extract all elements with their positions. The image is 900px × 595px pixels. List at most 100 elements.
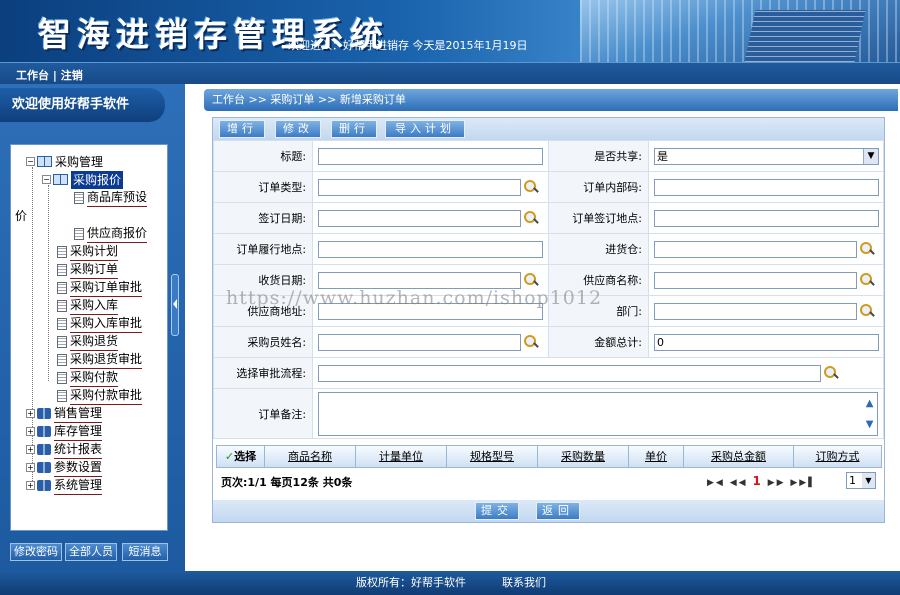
document-icon: [57, 299, 67, 312]
action-bar: 增行 修改 删行 导入计划: [213, 118, 884, 140]
tree-item[interactable]: 采购订单: [57, 260, 119, 279]
tree-item-catalog-preset-wrap[interactable]: 价: [15, 206, 27, 224]
collapse-icon[interactable]: −: [26, 157, 35, 166]
column-header-total[interactable]: 采购总金额: [684, 446, 794, 467]
tree-item[interactable]: 采购付款审批: [57, 386, 143, 405]
tree-node-purchase-mgmt[interactable]: − 采购管理: [26, 152, 103, 170]
tree-item[interactable]: 采购退货审批: [57, 350, 143, 369]
breadcrumb: 工作台 >> 采购订单 >> 新增采购订单: [204, 89, 898, 111]
edit-button[interactable]: 修改: [275, 120, 321, 138]
expand-icon[interactable]: +: [26, 445, 35, 454]
search-icon[interactable]: [524, 210, 539, 226]
warehouse-label: 进货仓:: [548, 233, 649, 265]
import-plan-button[interactable]: 导入计划: [385, 120, 465, 138]
tree-item[interactable]: 采购计划: [57, 242, 119, 261]
last-page-icon[interactable]: ▶▶▌: [790, 478, 817, 488]
prev-page-icon[interactable]: ◀◀: [730, 478, 748, 488]
search-icon[interactable]: [524, 334, 539, 350]
page-select-value: 1: [849, 474, 856, 487]
watermark: https://www.huzhan.com/ishop1012: [226, 287, 603, 309]
delete-row-button[interactable]: 删行: [331, 120, 377, 138]
tree-node-purchase-quote[interactable]: − 采购报价: [42, 170, 124, 189]
tree-node-group[interactable]: + 库存管理: [26, 422, 103, 441]
document-icon: [57, 389, 67, 402]
warehouse-input[interactable]: [653, 240, 857, 258]
tree-guide-line: [48, 185, 49, 381]
expand-icon[interactable]: +: [26, 481, 35, 490]
tree-item-supplier-quote[interactable]: 供应商报价: [74, 224, 148, 243]
submit-button[interactable]: 提交: [475, 502, 519, 520]
search-icon[interactable]: [859, 241, 875, 257]
contact-link[interactable]: 联系我们: [502, 571, 546, 595]
buyer-input[interactable]: [318, 333, 522, 351]
title-input[interactable]: [318, 147, 544, 165]
sms-button[interactable]: 短消息: [122, 543, 168, 561]
collapse-icon[interactable]: −: [42, 175, 51, 184]
select-column-header[interactable]: ✓选择: [217, 446, 265, 467]
next-page-icon[interactable]: ▶▶: [768, 478, 786, 488]
search-icon[interactable]: [524, 179, 539, 195]
nav-tree: − 采购管理 − 采购报价 商品库预设 价 供应商报价 采购计划 采购订单 采购订单…: [10, 144, 168, 531]
all-staff-button[interactable]: 全部人员: [65, 543, 117, 561]
column-header-order-method[interactable]: 订购方式: [794, 446, 881, 467]
column-header-quantity[interactable]: 采购数量: [538, 446, 629, 467]
change-password-button[interactable]: 修改密码: [10, 543, 62, 561]
expand-icon[interactable]: +: [26, 463, 35, 472]
sign-date-label: 签订日期:: [212, 202, 314, 234]
page-select[interactable]: 1 ▼: [846, 472, 876, 489]
copyright-text: 版权所有：好帮手软件: [356, 576, 466, 589]
tree-node-group[interactable]: + 系统管理: [26, 476, 103, 495]
tree-item[interactable]: 采购付款: [57, 368, 119, 387]
column-header-product-name[interactable]: 商品名称: [265, 446, 356, 467]
book-icon: [37, 462, 51, 473]
document-icon: [57, 281, 67, 294]
item-grid-header: ✓选择 商品名称 计量单位 规格型号 采购数量 单价 采购总金额 订购方式: [216, 445, 882, 468]
current-page[interactable]: 1: [752, 474, 762, 488]
order-type-input[interactable]: [318, 178, 522, 196]
footer: 版权所有：好帮手软件 联系我们: [0, 571, 900, 595]
sidebar-collapse-handle[interactable]: [171, 274, 179, 336]
supplier-name-input[interactable]: [653, 271, 857, 289]
search-icon[interactable]: [859, 272, 875, 288]
back-button[interactable]: 返回: [536, 502, 580, 520]
book-icon: [37, 408, 51, 419]
internal-code-label: 订单内部码:: [548, 171, 649, 203]
sign-place-input[interactable]: [653, 209, 879, 227]
scrollbar[interactable]: ▲ ▼: [862, 393, 877, 435]
tree-item[interactable]: 采购订单审批: [57, 278, 143, 297]
fulfill-place-input[interactable]: [318, 240, 544, 258]
document-icon: [57, 335, 67, 348]
first-page-icon[interactable]: ▶◀: [707, 478, 725, 488]
column-header-unit[interactable]: 计量单位: [356, 446, 447, 467]
total-amount-input[interactable]: 0: [653, 333, 879, 351]
tree-item[interactable]: 采购入库: [57, 296, 119, 315]
receive-date-input[interactable]: [318, 271, 522, 289]
sign-date-input[interactable]: [318, 209, 522, 227]
expand-icon[interactable]: +: [26, 409, 35, 418]
shared-selected-value: 是: [656, 149, 668, 163]
order-type-label: 订单类型:: [212, 171, 314, 203]
department-input[interactable]: [653, 302, 857, 320]
tree-node-group[interactable]: + 统计报表: [26, 440, 103, 459]
tree-item[interactable]: 采购退货: [57, 332, 119, 351]
expand-icon[interactable]: +: [26, 427, 35, 436]
column-header-unit-price[interactable]: 单价: [629, 446, 684, 467]
column-header-spec[interactable]: 规格型号: [447, 446, 538, 467]
search-icon[interactable]: [524, 272, 539, 288]
buyer-label: 采购员姓名:: [212, 326, 314, 358]
document-icon: [57, 263, 67, 276]
add-row-button[interactable]: 增行: [219, 120, 265, 138]
logout-link[interactable]: 注销: [61, 69, 83, 82]
search-icon[interactable]: [824, 365, 839, 381]
shared-select[interactable]: 是 ▼: [653, 147, 879, 165]
tree-node-group[interactable]: + 销售管理: [26, 404, 103, 423]
tree-item-catalog-preset[interactable]: 商品库预设: [74, 188, 148, 207]
tree-item[interactable]: 采购入库审批: [57, 314, 143, 333]
approval-flow-input[interactable]: [318, 364, 822, 382]
remark-textarea[interactable]: ▲ ▼: [318, 391, 879, 436]
workbench-link[interactable]: 工作台: [16, 69, 49, 82]
tree-node-group[interactable]: + 参数设置: [26, 458, 103, 477]
document-icon: [74, 191, 84, 204]
search-icon[interactable]: [859, 303, 875, 319]
internal-code-input[interactable]: [653, 178, 879, 196]
